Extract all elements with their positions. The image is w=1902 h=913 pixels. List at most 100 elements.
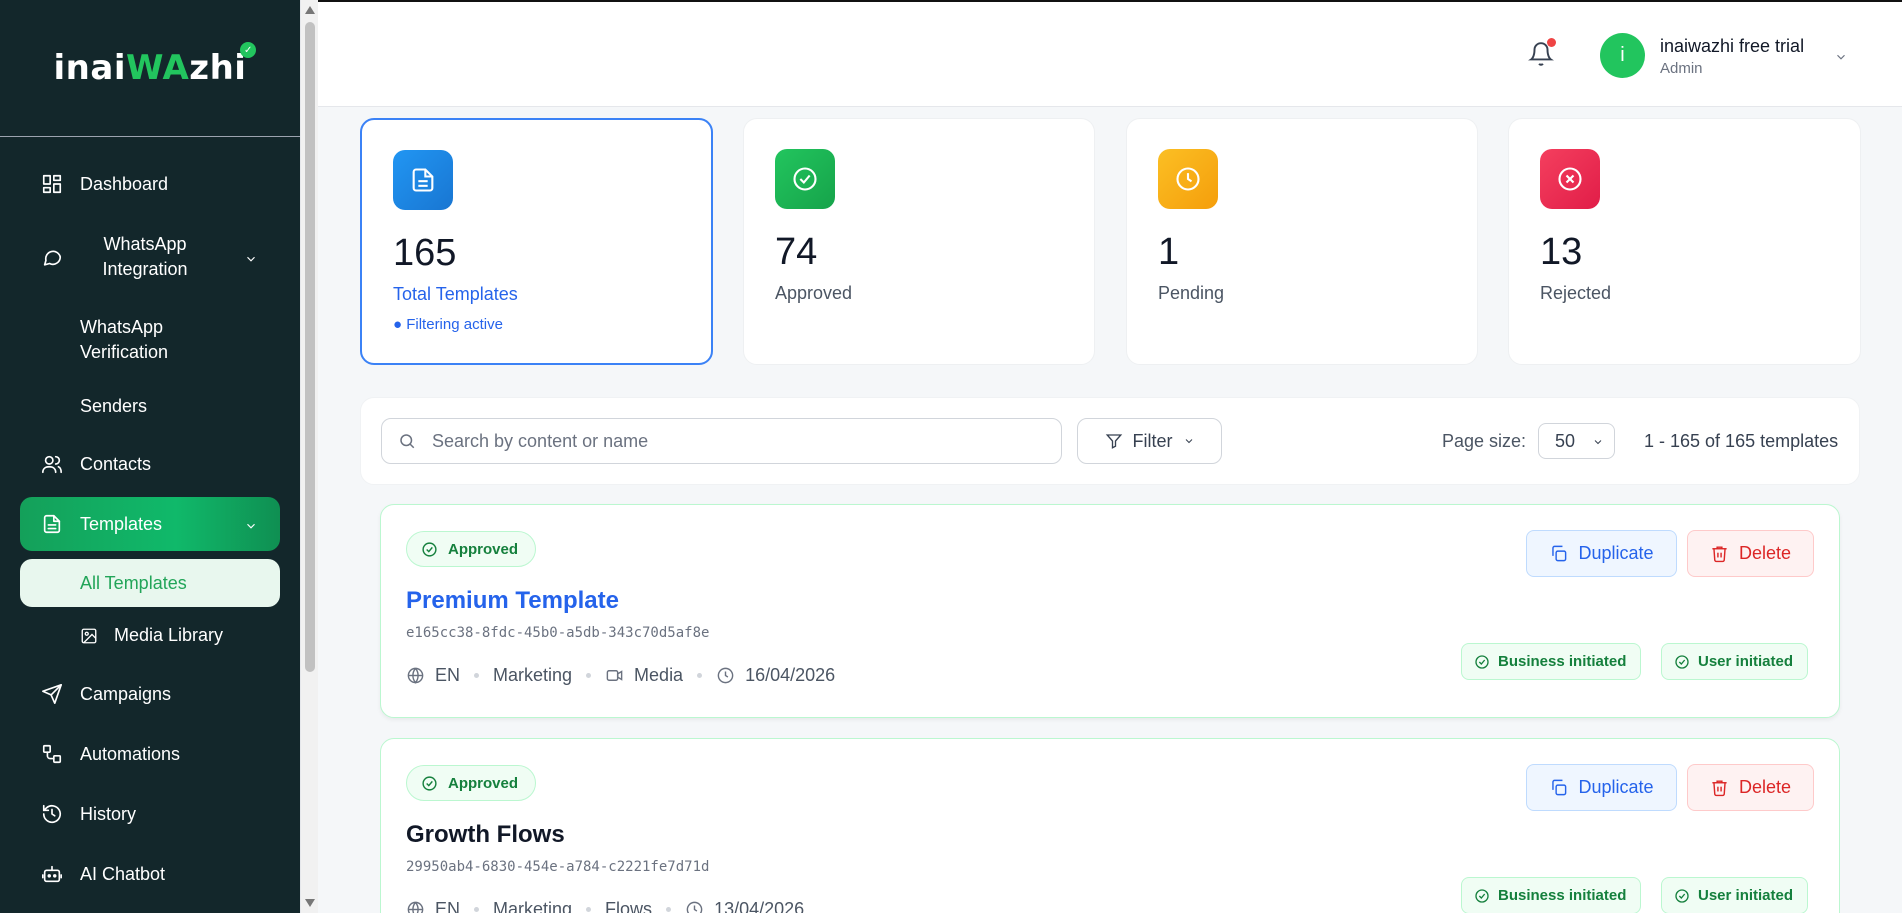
sidebar-item-label: Dashboard bbox=[80, 173, 169, 194]
check-circle-icon bbox=[422, 541, 437, 557]
notification-dot bbox=[1547, 38, 1556, 47]
check-circle-icon bbox=[775, 149, 835, 209]
template-type: Flows bbox=[605, 899, 653, 913]
filter-icon bbox=[1105, 434, 1122, 449]
logo[interactable]: inaiWAzhi ✓ bbox=[53, 42, 257, 88]
sidebar-item-ai-chatbot[interactable]: AI Chatbot bbox=[20, 852, 280, 896]
user-name[interactable]: inaiwazhi free trial bbox=[1660, 36, 1804, 57]
duplicate-label: Duplicate bbox=[1578, 777, 1654, 797]
separator-dot bbox=[586, 673, 592, 678]
template-id: 29950ab4-6830-454e-a784-c2221fe7d71d bbox=[406, 859, 710, 875]
template-type: Media bbox=[634, 665, 684, 685]
sidebar-scrollbar[interactable] bbox=[300, 0, 318, 913]
sidebar-item-label: Templates bbox=[80, 513, 163, 534]
status-text: Approved bbox=[448, 774, 519, 792]
user-menu-chevron-icon[interactable] bbox=[1834, 50, 1848, 69]
sidebar-item-dashboard[interactable]: Dashboard bbox=[20, 162, 280, 206]
scroll-down-arrow-icon[interactable] bbox=[305, 899, 315, 907]
stat-card-total[interactable]: 165 Total Templates ● Filtering active bbox=[360, 118, 713, 365]
scroll-up-arrow-icon[interactable] bbox=[305, 6, 315, 14]
chevron-down-icon bbox=[244, 517, 258, 531]
users-icon bbox=[40, 452, 64, 476]
trash-icon bbox=[1712, 546, 1727, 563]
filtering-active-indicator: ● Filtering active bbox=[393, 316, 503, 333]
sidebar-item-label: Campaigns bbox=[80, 683, 172, 704]
template-date: 13/04/2026 bbox=[714, 899, 805, 913]
template-card[interactable]: Approved Premium Template e165cc38-8fdc-… bbox=[380, 504, 1840, 718]
status-badge: Approved bbox=[406, 765, 537, 801]
stat-card-approved[interactable]: 74 Approved bbox=[743, 118, 1095, 365]
search-box[interactable] bbox=[381, 418, 1062, 464]
page-size-label: Page size: bbox=[1442, 431, 1527, 451]
trash-icon bbox=[1712, 780, 1727, 797]
scrollbar-thumb[interactable] bbox=[305, 22, 315, 672]
delete-button[interactable]: Delete bbox=[1687, 530, 1814, 577]
template-category: Marketing bbox=[493, 899, 573, 913]
sidebar-item-media-library[interactable]: Media Library bbox=[80, 625, 223, 646]
logo-text-3: zhi bbox=[189, 48, 247, 88]
template-name-link[interactable]: Growth Flows bbox=[406, 821, 565, 849]
template-category: Marketing bbox=[493, 665, 573, 685]
page-size-select[interactable]: 50 bbox=[1538, 423, 1615, 459]
logo-area: inaiWAzhi ✓ bbox=[0, 0, 300, 137]
image-icon bbox=[81, 628, 97, 643]
delete-label: Delete bbox=[1738, 777, 1792, 797]
check-circle-icon bbox=[1675, 654, 1689, 669]
template-card[interactable]: Approved Growth Flows 29950ab4-6830-454e… bbox=[380, 738, 1840, 913]
user-initiated-tag: User initiated bbox=[1661, 877, 1809, 913]
duplicate-button[interactable]: Duplicate bbox=[1526, 530, 1677, 577]
stat-label: Total Templates bbox=[393, 284, 518, 304]
history-icon bbox=[40, 802, 64, 826]
stat-card-pending[interactable]: 1 Pending bbox=[1126, 118, 1478, 365]
search-icon bbox=[400, 434, 415, 449]
separator-dot bbox=[697, 673, 703, 678]
sidebar-item-templates[interactable]: Templates bbox=[20, 497, 280, 551]
sidebar-item-label: WhatsApp Integration bbox=[102, 234, 188, 279]
template-meta: EN Marketing Flows 13/04/2026 bbox=[406, 899, 804, 913]
chat-bubble-icon bbox=[40, 245, 64, 269]
sidebar-item-label: All Templates bbox=[80, 572, 187, 593]
sidebar-item-label: AI Chatbot bbox=[80, 863, 166, 884]
sidebar-item-campaigns[interactable]: Campaigns bbox=[20, 672, 280, 716]
sidebar-item-all-templates[interactable]: All Templates bbox=[20, 559, 280, 607]
workflow-icon bbox=[40, 742, 64, 766]
template-language: EN bbox=[435, 899, 461, 913]
video-icon bbox=[606, 670, 623, 681]
globe-icon bbox=[407, 901, 424, 913]
notification-button[interactable] bbox=[1528, 38, 1556, 70]
duplicate-button[interactable]: Duplicate bbox=[1526, 764, 1677, 811]
filter-label: Filter bbox=[1132, 430, 1173, 451]
check-circle-icon bbox=[1675, 888, 1689, 903]
sidebar: inaiWAzhi ✓ Dashboard WhatsApp Integrati… bbox=[0, 0, 300, 913]
sidebar-item-whatsapp-verification[interactable]: WhatsApp Verification bbox=[80, 315, 200, 365]
sidebar-item-history[interactable]: History bbox=[20, 792, 280, 836]
sidebar-item-label: Media Library bbox=[114, 625, 224, 645]
template-date: 16/04/2026 bbox=[745, 665, 836, 685]
search-input[interactable] bbox=[432, 430, 1032, 452]
stat-label: Approved bbox=[775, 283, 853, 303]
avatar[interactable]: i bbox=[1600, 33, 1645, 78]
separator-dot bbox=[474, 907, 480, 912]
filter-button[interactable]: Filter bbox=[1077, 418, 1222, 464]
template-name-link[interactable]: Premium Template bbox=[406, 587, 619, 615]
stat-card-rejected[interactable]: 13 Rejected bbox=[1508, 118, 1861, 365]
file-text-icon bbox=[40, 512, 64, 536]
stat-value: 13 bbox=[1540, 231, 1583, 273]
logo-text-1: inai bbox=[53, 48, 126, 88]
sidebar-item-label: Contacts bbox=[80, 453, 152, 474]
top-header: i inaiwazhi free trial Admin bbox=[318, 0, 1902, 107]
clock-icon bbox=[1158, 149, 1218, 209]
check-badge-icon: ✓ bbox=[240, 42, 257, 58]
chevron-down-icon bbox=[1594, 440, 1602, 445]
check-circle-icon bbox=[1475, 654, 1489, 669]
sidebar-item-whatsapp-integration[interactable]: WhatsApp Integration bbox=[20, 231, 280, 283]
status-badge: Approved bbox=[406, 531, 537, 567]
delete-button[interactable]: Delete bbox=[1687, 764, 1814, 811]
sidebar-item-senders[interactable]: Senders bbox=[80, 394, 147, 419]
tag-text: User initiated bbox=[1698, 653, 1794, 670]
globe-icon bbox=[407, 667, 424, 684]
business-initiated-tag: Business initiated bbox=[1461, 643, 1642, 680]
sidebar-item-contacts[interactable]: Contacts bbox=[20, 442, 280, 486]
stat-label: Pending bbox=[1158, 283, 1225, 303]
sidebar-item-automations[interactable]: Automations bbox=[20, 732, 280, 776]
